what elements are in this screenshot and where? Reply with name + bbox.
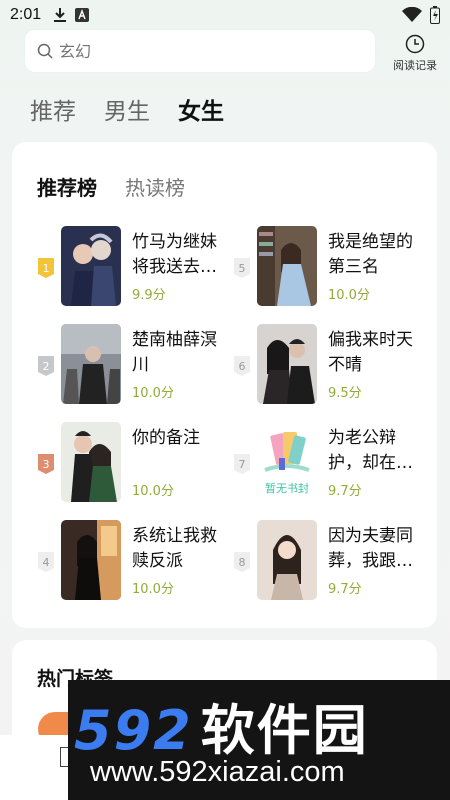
search-box[interactable] — [25, 30, 375, 72]
book-cover[interactable] — [61, 324, 121, 404]
status-icons-left — [53, 7, 90, 23]
book-title-line1: 你的备注 — [132, 428, 200, 448]
book-cover[interactable] — [61, 520, 121, 600]
book-title-line2: 不晴 — [328, 355, 362, 375]
book-title: 竹马为继妹 将我送去… — [132, 230, 222, 280]
tab-male[interactable]: 男生 — [104, 92, 150, 126]
watermark-logo: 592 软件园 — [74, 686, 369, 765]
rank-badge: 8 — [234, 552, 250, 572]
a-badge-icon — [75, 8, 90, 22]
bottom-nav-fragment — [0, 735, 70, 800]
book-item-8[interactable]: 8 因为夫妻同 葬，我跟… 9.7分 — [234, 520, 429, 600]
watermark-number: 592 — [74, 699, 193, 762]
book-item-2[interactable]: 2 楚南柚薛溟 川 10.0分 — [38, 324, 233, 404]
tab-recommend-list[interactable]: 推荐榜 — [37, 172, 97, 201]
book-cover[interactable] — [61, 422, 121, 502]
book-title-line1: 楚南柚薛溟 — [132, 330, 217, 350]
book-cover[interactable] — [257, 226, 317, 306]
book-item-1[interactable]: 1 竹马为继妹 将我送去… 9.9分 — [38, 226, 233, 306]
rank-badge: 7 — [234, 454, 250, 474]
book-item-4[interactable]: 4 系统让我救 赎反派 10.0分 — [38, 520, 233, 600]
book-score: 9.9分 — [132, 288, 166, 303]
book-title: 我是绝望的 第三名 — [328, 230, 418, 280]
book-title-line1: 为老公辩 — [328, 428, 396, 448]
book-score: 10.0分 — [132, 386, 174, 401]
search-input[interactable] — [59, 41, 339, 61]
status-time: 2:01 — [10, 6, 42, 23]
book-title-line2: 护，却在… — [328, 453, 413, 473]
rank-badge: 5 — [234, 258, 250, 278]
reading-history-label: 阅读记录 — [393, 58, 437, 72]
wifi-icon — [402, 7, 422, 22]
book-title-line2: 葬，我跟… — [328, 551, 413, 571]
channel-tabs: 推荐 男生 女生 — [30, 92, 224, 126]
no-cover-text: 暂无书封 — [265, 482, 309, 495]
book-score: 10.0分 — [132, 484, 174, 499]
book-title: 为老公辩 护，却在… — [328, 426, 418, 476]
book-title-line1: 因为夫妻同 — [328, 526, 413, 546]
rank-badge: 4 — [38, 552, 54, 572]
status-icons-right — [402, 6, 440, 24]
rank-badge: 3 — [38, 454, 54, 474]
book-title-line2: 第三名 — [328, 257, 379, 277]
search-row: 阅读记录 — [25, 30, 450, 80]
book-cover-placeholder[interactable]: 暂无书封 — [257, 422, 317, 502]
book-title: 楚南柚薛溟 川 — [132, 328, 222, 378]
book-item-3[interactable]: 3 你的备注 10.0分 — [38, 422, 233, 502]
battery-icon — [430, 6, 440, 24]
book-score: 10.0分 — [328, 288, 370, 303]
book-cover[interactable] — [61, 226, 121, 306]
book-title: 你的备注 — [132, 426, 222, 451]
book-title-line2: 将我送去… — [132, 257, 217, 277]
status-bar: 2:01 — [0, 0, 450, 30]
book-title: 因为夫妻同 葬，我跟… — [328, 524, 418, 574]
reading-history-button[interactable]: 阅读记录 — [385, 30, 445, 76]
book-title-line1: 系统让我救 — [132, 526, 217, 546]
book-item-5[interactable]: 5 我是绝望的 第三名 10.0分 — [234, 226, 429, 306]
rank-badge: 6 — [234, 356, 250, 376]
rank-badge: 2 — [38, 356, 54, 376]
book-score: 9.5分 — [328, 386, 362, 401]
book-score: 9.7分 — [328, 484, 362, 499]
ranking-tabs: 推荐榜 热读榜 — [37, 172, 185, 201]
book-score: 9.7分 — [328, 582, 362, 597]
download-icon — [54, 8, 67, 22]
tab-hot-read-list[interactable]: 热读榜 — [125, 172, 185, 201]
clock-icon — [405, 34, 425, 53]
book-title-line2: 川 — [132, 355, 149, 375]
book-title: 系统让我救 赎反派 — [132, 524, 222, 574]
book-title: 偏我来时天 不晴 — [328, 328, 418, 378]
book-item-7[interactable]: 7 暂无书封 为老公辩 护，却在… 9.7分 — [234, 422, 429, 502]
book-title-line1: 我是绝望的 — [328, 232, 413, 252]
watermark-overlay: 592 软件园 www.592xiazai.com — [68, 680, 450, 800]
book-cover[interactable] — [257, 520, 317, 600]
book-cover[interactable] — [257, 324, 317, 404]
book-title-line2: 赎反派 — [132, 551, 183, 571]
book-title-line1: 竹马为继妹 — [132, 232, 217, 252]
watermark-url: www.592xiazai.com — [90, 756, 345, 788]
search-icon — [37, 43, 53, 59]
book-title-line1: 偏我来时天 — [328, 330, 413, 350]
rank-badge: 1 — [38, 258, 54, 278]
tab-recommend[interactable]: 推荐 — [30, 92, 76, 126]
tab-female[interactable]: 女生 — [178, 92, 224, 126]
ranking-card: 推荐榜 热读榜 1 竹马为继妹 将我送去… 9.9分 2 楚南柚薛溟 川 10.… — [12, 142, 437, 628]
watermark-brand: 软件园 — [200, 699, 369, 762]
book-item-6[interactable]: 6 偏我来时天 不晴 9.5分 — [234, 324, 429, 404]
book-score: 10.0分 — [132, 582, 174, 597]
